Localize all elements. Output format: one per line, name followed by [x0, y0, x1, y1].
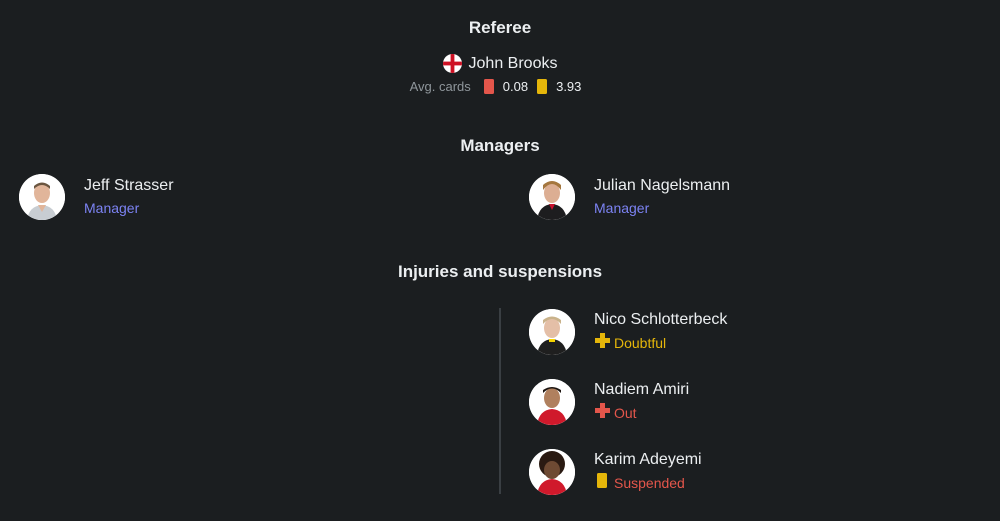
player-avatar: [529, 309, 575, 355]
managers-section-title: Managers: [460, 136, 540, 155]
injured-player[interactable]: Nico Schlotterbeck Doubtful: [529, 309, 727, 355]
player-name[interactable]: Nadiem Amiri: [594, 380, 689, 400]
player-avatar: [529, 379, 575, 425]
team-divider: [499, 308, 501, 494]
player-name[interactable]: Karim Adeyemi: [594, 450, 702, 470]
referee-avg-cards: Avg. cards 0.08 3.93: [0, 79, 1000, 94]
red-cards-value: 0.08: [502, 79, 529, 94]
home-manager-role: Manager: [84, 200, 140, 216]
england-flag-icon: [442, 54, 462, 73]
player-status-label: Doubtful: [614, 335, 667, 351]
home-manager[interactable]: Jeff Strasser Manager: [19, 174, 174, 220]
home-manager-avatar: [19, 174, 65, 220]
player-status: Suspended: [594, 472, 702, 494]
injured-player[interactable]: Karim Adeyemi Suspended: [529, 449, 702, 495]
red-card-icon: [483, 79, 494, 94]
player-status: Doubtful: [594, 332, 727, 354]
away-manager-name[interactable]: Julian Nagelsmann: [594, 176, 730, 196]
avg-cards-label: Avg. cards: [409, 79, 471, 94]
player-name[interactable]: Nico Schlotterbeck: [594, 310, 727, 330]
referee-section-title: Referee: [468, 18, 532, 37]
player-status-label: Out: [614, 405, 637, 421]
home-manager-name[interactable]: Jeff Strasser: [84, 176, 174, 196]
yellow-card-icon: [537, 79, 548, 94]
player-avatar: [529, 449, 575, 495]
away-manager-avatar: [529, 174, 575, 220]
injuries-section-title: Injuries and suspensions: [397, 262, 603, 281]
injured-player[interactable]: Nadiem Amiri Out: [529, 379, 689, 425]
plus-icon: [594, 332, 611, 354]
referee-row[interactable]: John Brooks: [0, 54, 1000, 73]
yellow-cards-value: 3.93: [556, 79, 582, 94]
player-status: Out: [594, 402, 689, 424]
referee-name[interactable]: John Brooks: [469, 55, 558, 73]
player-status-label: Suspended: [614, 475, 685, 491]
away-manager-role: Manager: [594, 200, 650, 216]
away-manager[interactable]: Julian Nagelsmann Manager: [529, 174, 730, 220]
match-info-panel: Referee John Brooks Avg. cards 0.08 3.93…: [0, 0, 1000, 521]
yellow-card-icon: [594, 472, 611, 494]
plus-icon: [594, 402, 611, 424]
